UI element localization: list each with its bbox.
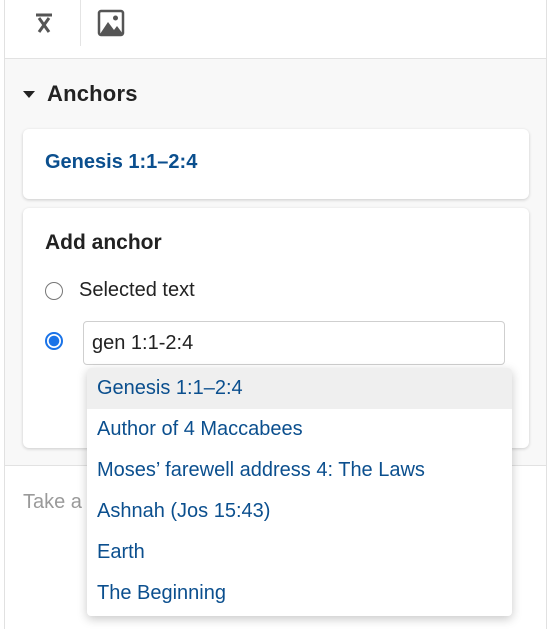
clear-formatting-button[interactable] [23, 0, 67, 46]
radio-reference[interactable] [45, 332, 63, 350]
suggestion-item[interactable]: Genesis 1:1–2:4 [87, 368, 512, 409]
editor-toolbar [5, 0, 546, 59]
anchor-reference-input[interactable] [83, 321, 505, 365]
suggestion-item[interactable]: Moses’ farewell address 4: The Laws [87, 450, 512, 491]
toolbar-separator [80, 0, 81, 46]
suggestion-item[interactable]: Author of 4 Maccabees [87, 409, 512, 450]
add-anchor-title: Add anchor [45, 231, 162, 254]
notes-placeholder: Take a [23, 491, 82, 513]
image-icon [97, 9, 125, 37]
anchor-card: Genesis 1:1–2:4 [23, 129, 529, 199]
radio-label-selected-text: Selected text [79, 279, 195, 301]
anchors-section-title: Anchors [47, 81, 138, 106]
suggestion-item[interactable]: Ashnah (Jos 15:43) [87, 491, 512, 532]
suggestion-item[interactable]: The Beginning [87, 573, 512, 614]
suggestion-item[interactable]: Earth [87, 532, 512, 573]
insert-image-button[interactable] [89, 0, 133, 46]
anchors-panel: Anchors Genesis 1:1–2:4 Add anchor Selec… [4, 0, 547, 629]
anchor-suggestions-dropdown: Genesis 1:1–2:4 Author of 4 Maccabees Mo… [87, 368, 512, 616]
radio-option-reference[interactable] [45, 332, 63, 350]
anchors-section-toggle[interactable]: Anchors [23, 78, 138, 110]
radio-option-selected-text[interactable]: Selected text [45, 279, 195, 302]
radio-selected-text[interactable] [45, 281, 63, 300]
caret-down-icon [23, 90, 35, 98]
anchor-link[interactable]: Genesis 1:1–2:4 [45, 151, 197, 174]
clear-formatting-icon [36, 13, 52, 33]
